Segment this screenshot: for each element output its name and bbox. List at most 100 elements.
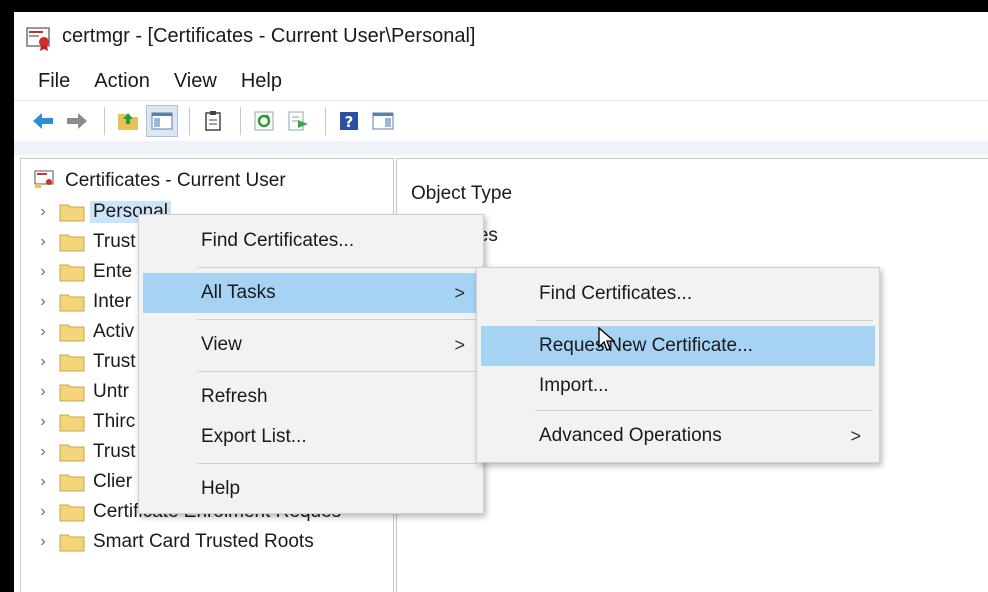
chevron-right-icon: > (454, 334, 465, 355)
tree-item-label: Trust (93, 441, 136, 462)
clipboard-icon[interactable] (198, 106, 228, 136)
tree-item-intermediate[interactable]: › Inter (33, 287, 131, 317)
chevron-right-icon: > (850, 425, 861, 446)
submenu-item-find-certificates[interactable]: Find Certificates... (481, 274, 875, 314)
tree-item-label: Smart Card Trusted Roots (93, 531, 314, 552)
toolbar-separator (104, 107, 105, 135)
menu-item-help[interactable]: Help (143, 469, 479, 509)
up-folder-icon[interactable] (113, 106, 143, 136)
chevron-right-icon[interactable]: › (33, 383, 53, 401)
chevron-right-icon[interactable]: › (33, 263, 53, 281)
mouse-cursor-icon (598, 326, 616, 353)
tree-item-label: Clier (93, 471, 133, 492)
menu-item-label: Import... (539, 375, 609, 396)
tree-item-smart-card-roots[interactable]: › Smart Card Trusted Roots (33, 527, 314, 557)
tree-item-label: Thirc (93, 411, 136, 432)
toolbar-separator (189, 107, 190, 135)
show-hide-tree-icon[interactable] (146, 105, 178, 137)
menu-item-refresh[interactable]: Refresh (143, 377, 479, 417)
chevron-right-icon[interactable]: › (33, 293, 53, 311)
menu-item-all-tasks[interactable]: All Tasks > (143, 273, 479, 313)
menu-separator (535, 410, 873, 411)
tree-item-label: Ente (93, 261, 133, 282)
back-arrow-icon[interactable] (28, 106, 58, 136)
tree-item-enterprise-trust[interactable]: › Ente (33, 257, 132, 287)
menu-item-label: Refresh (201, 386, 268, 407)
menu-view[interactable]: View (162, 64, 229, 98)
menu-action[interactable]: Action (82, 64, 162, 98)
menu-item-label: View (201, 334, 242, 355)
refresh-icon[interactable] (249, 106, 279, 136)
menu-item-label: Export List... (201, 426, 307, 447)
chevron-right-icon[interactable]: › (33, 353, 53, 371)
export-list-icon[interactable] (283, 106, 313, 136)
menu-item-view[interactable]: View > (143, 325, 479, 365)
tree-root[interactable]: Certificates - Current User (33, 167, 286, 195)
chevron-right-icon[interactable]: › (33, 443, 53, 461)
tree-item-active-directory[interactable]: › Activ (33, 317, 134, 347)
menu-file[interactable]: File (14, 64, 82, 98)
toolbar-separator (240, 107, 241, 135)
certmgr-app-icon (26, 25, 52, 51)
chevron-right-icon[interactable]: › (33, 473, 53, 491)
chevron-right-icon[interactable]: › (33, 503, 53, 521)
tree-item-untrusted[interactable]: › Untr (33, 377, 129, 407)
folder-icon (59, 442, 85, 462)
tree-item-client-auth[interactable]: › Clier (33, 467, 132, 497)
tree-item-label: Trust (93, 351, 136, 372)
pane-header-band (14, 141, 988, 155)
menu-separator (535, 320, 873, 321)
menu-separator (197, 267, 477, 268)
menu-separator (197, 463, 477, 464)
svg-text:?: ? (345, 113, 354, 131)
folder-icon (59, 532, 85, 552)
certificate-store-icon (33, 168, 57, 195)
menu-bar: File Action View Help (14, 64, 988, 98)
folder-icon (59, 232, 85, 252)
submenu-item-request-new-certificate[interactable]: Reques New Certificate... (481, 326, 875, 366)
all-tasks-submenu: Find Certificates... Reques New Certific… (476, 267, 880, 463)
menu-separator (197, 319, 477, 320)
submenu-item-advanced-operations[interactable]: Advanced Operations > (481, 416, 875, 456)
tree-item-trusted-root[interactable]: › Trust (33, 227, 136, 257)
folder-icon (59, 202, 85, 222)
forward-arrow-icon[interactable] (62, 106, 92, 136)
chevron-right-icon[interactable]: › (33, 323, 53, 341)
folder-icon (59, 502, 85, 522)
submenu-item-import[interactable]: Import... (481, 366, 875, 406)
menu-item-label: Help (201, 478, 241, 499)
tree-item-label: Trust (93, 231, 136, 252)
menu-item-find-certificates[interactable]: Find Certificates... (143, 221, 479, 261)
toolbar-separator (325, 107, 326, 135)
context-menu: Find Certificates... All Tasks > View > … (138, 214, 484, 514)
window-title: certmgr - [Certificates - Current User\P… (62, 25, 476, 47)
menu-item-label: Find Certificates... (201, 230, 355, 251)
tree-item-label: Inter (93, 291, 132, 312)
menu-item-label: Advanced Operations (539, 425, 722, 446)
folder-icon (59, 472, 85, 492)
tree-item-trusted-publishers[interactable]: › Trust (33, 347, 136, 377)
chevron-right-icon: > (454, 282, 465, 303)
folder-icon (59, 322, 85, 342)
folder-icon (59, 292, 85, 312)
tree-item-label: Untr (93, 381, 129, 402)
tree-item-trusted-people[interactable]: › Trust (33, 437, 136, 467)
toolbar: ? (14, 100, 988, 142)
chevron-right-icon[interactable]: › (33, 413, 53, 431)
help-icon[interactable]: ? (334, 106, 364, 136)
folder-icon (59, 352, 85, 372)
menu-item-label: Reques New Certificate... (539, 335, 753, 356)
chevron-right-icon[interactable]: › (33, 203, 53, 221)
tree-item-third-party[interactable]: › Thirc (33, 407, 135, 437)
chevron-right-icon[interactable]: › (33, 533, 53, 551)
tree-root-label: Certificates - Current User (65, 170, 286, 191)
column-header-object-type[interactable]: Object Type (411, 183, 512, 205)
menu-item-label: Find Certificates... (539, 283, 693, 304)
menu-separator (197, 371, 477, 372)
folder-icon (59, 412, 85, 432)
menu-item-export-list[interactable]: Export List... (143, 417, 479, 457)
properties-pane-icon[interactable] (368, 106, 398, 136)
chevron-right-icon[interactable]: › (33, 233, 53, 251)
title-bar: certmgr - [Certificates - Current User\P… (14, 12, 988, 64)
menu-help[interactable]: Help (229, 64, 294, 98)
